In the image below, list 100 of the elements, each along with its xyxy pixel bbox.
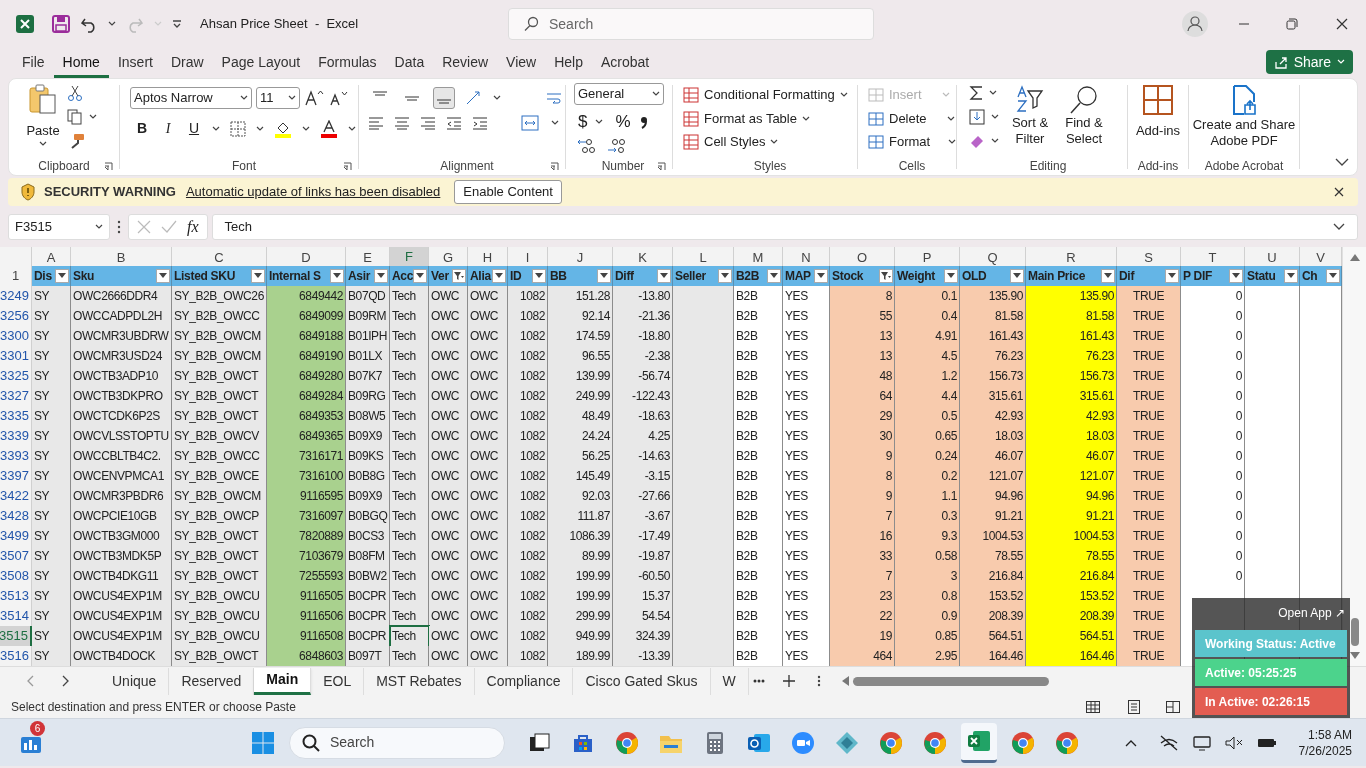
table-cell[interactable]: Tech [390,426,429,447]
table-cell[interactable]: 4.5 [895,346,960,367]
table-cell[interactable]: 6849099 [267,306,346,327]
menu-tab[interactable]: View [497,50,546,78]
table-cell[interactable]: 0 [1181,566,1245,587]
table-cell[interactable]: 0 [1181,286,1245,307]
menu-tab[interactable]: Help [545,50,592,78]
table-cell[interactable]: 19 [830,626,895,647]
formula-input[interactable]: Tech [211,214,1358,240]
table-cell[interactable]: 164.46 [960,646,1026,667]
table-cell[interactable]: 151.28 [548,286,613,307]
table-cell[interactable]: TRUE [1117,546,1181,567]
table-cell[interactable]: 92.14 [548,306,613,327]
table-cell[interactable]: 96.55 [548,346,613,367]
table-cell[interactable]: Tech [390,506,429,527]
table-cell[interactable]: B2B [734,506,783,527]
table-cell[interactable]: TRUE [1117,426,1181,447]
sheet-tab[interactable]: Main [254,667,312,695]
table-cell[interactable]: 1082 [508,406,548,427]
menu-tab[interactable]: Data [385,50,434,78]
table-cell[interactable]: OWC [468,326,508,347]
table-cell[interactable]: 164.46 [1026,646,1117,667]
table-cell[interactable]: 156.73 [1026,366,1117,387]
table-cell[interactable]: 1.1 [895,486,960,507]
table-cell[interactable]: 1082 [508,346,548,367]
table-cell[interactable]: 1082 [508,526,548,547]
table-cell[interactable]: B0CPR [346,626,390,647]
table-cell[interactable]: 55 [830,306,895,327]
table-cell[interactable]: TRUE [1117,346,1181,367]
table-cell[interactable]: YES [783,546,830,567]
table-cell[interactable]: TRUE [1117,286,1181,307]
table-cell[interactable]: 0 [1181,466,1245,487]
row-number[interactable]: 3393 [0,446,32,467]
table-cell[interactable]: B07K7 [346,366,390,387]
table-cell[interactable]: OWC [468,366,508,387]
table-cell[interactable]: OWC [468,386,508,407]
table-cell[interactable]: 2.95 [895,646,960,667]
table-cell[interactable]: OWCTB3MDK5P [71,546,172,567]
table-cell[interactable]: OWCUS4EXP1M [71,606,172,627]
table-cell[interactable]: OWCTB3ADP10 [71,366,172,387]
table-cell[interactable]: SY [32,506,71,527]
table-cell[interactable]: OWC [468,606,508,627]
table-cell[interactable]: 81.58 [1026,306,1117,327]
table-cell[interactable]: 0.5 [895,406,960,427]
table-cell[interactable]: B09RM [346,306,390,327]
table-cell[interactable]: B2B [734,606,783,627]
table-cell[interactable]: 153.52 [960,586,1026,607]
row-number[interactable]: 3516 [0,646,32,667]
table-cell[interactable]: 30 [830,426,895,447]
table-cell[interactable]: SY [32,386,71,407]
table-cell[interactable]: OWC [429,526,468,547]
table-cell[interactable]: 0 [1181,426,1245,447]
table-cell[interactable]: 9.3 [895,526,960,547]
table-cell[interactable]: SY [32,566,71,587]
row-number[interactable]: 3335 [0,406,32,427]
underline-button[interactable]: U [186,118,202,139]
table-cell[interactable]: SY_B2B_OWCT [172,366,267,387]
table-cell[interactable]: 42.93 [960,406,1026,427]
sheet-tab[interactable]: Cisco Gated Skus [573,667,711,695]
table-cell[interactable]: 4.25 [613,426,673,447]
table-cell[interactable]: OWC2666DDR4 [71,286,172,307]
table-cell[interactable]: 1082 [508,486,548,507]
table-cell[interactable]: 1082 [508,386,548,407]
table-cell[interactable]: SY [32,546,71,567]
table-cell[interactable]: Tech [390,546,429,567]
table-cell[interactable]: 0.65 [895,426,960,447]
table-cell[interactable]: 249.99 [548,386,613,407]
table-cell[interactable]: SY_B2B_OWCT [172,386,267,407]
table-cell[interactable]: OWC [429,646,468,667]
cells-menu-button[interactable]: Delete [868,107,956,130]
font-size-dropdown[interactable]: 11 [256,87,300,109]
table-cell[interactable]: SY [32,426,71,447]
table-cell[interactable]: OWCTB3DKPRO [71,386,172,407]
table-cell[interactable]: OWCMR3UBDRW [71,326,172,347]
table-cell[interactable]: SY [32,526,71,547]
enable-content-button[interactable]: Enable Content [454,180,562,204]
table-cell[interactable]: OWC [429,306,468,327]
row-number[interactable]: 3256 [0,306,32,327]
table-cell[interactable]: B2B [734,426,783,447]
italic-button[interactable]: I [160,118,176,139]
table-cell[interactable]: SY_B2B_OWCU [172,586,267,607]
table-cell[interactable]: 7316100 [267,466,346,487]
table-cell[interactable]: SY [32,486,71,507]
table-cell[interactable]: 9116505 [267,586,346,607]
table-cell[interactable]: -18.63 [613,406,673,427]
table-cell[interactable]: B2B [734,646,783,667]
row-number[interactable]: 3514 [0,606,32,627]
table-cell[interactable]: Tech [390,626,429,647]
table-cell[interactable]: Tech [390,526,429,547]
table-cell[interactable]: 8 [830,466,895,487]
table-cell[interactable]: TRUE [1117,606,1181,627]
table-cell[interactable]: B2B [734,626,783,647]
table-cell[interactable]: 0 [1181,386,1245,407]
table-cell[interactable]: OWC [468,566,508,587]
table-cell[interactable]: OWC [468,446,508,467]
table-cell[interactable]: SY [32,306,71,327]
table-cell[interactable]: SY_B2B_OWCT [172,646,267,667]
table-cell[interactable]: OWC [429,606,468,627]
table-cell[interactable]: 1082 [508,546,548,567]
styles-menu-button[interactable]: Format as Table [683,107,857,130]
